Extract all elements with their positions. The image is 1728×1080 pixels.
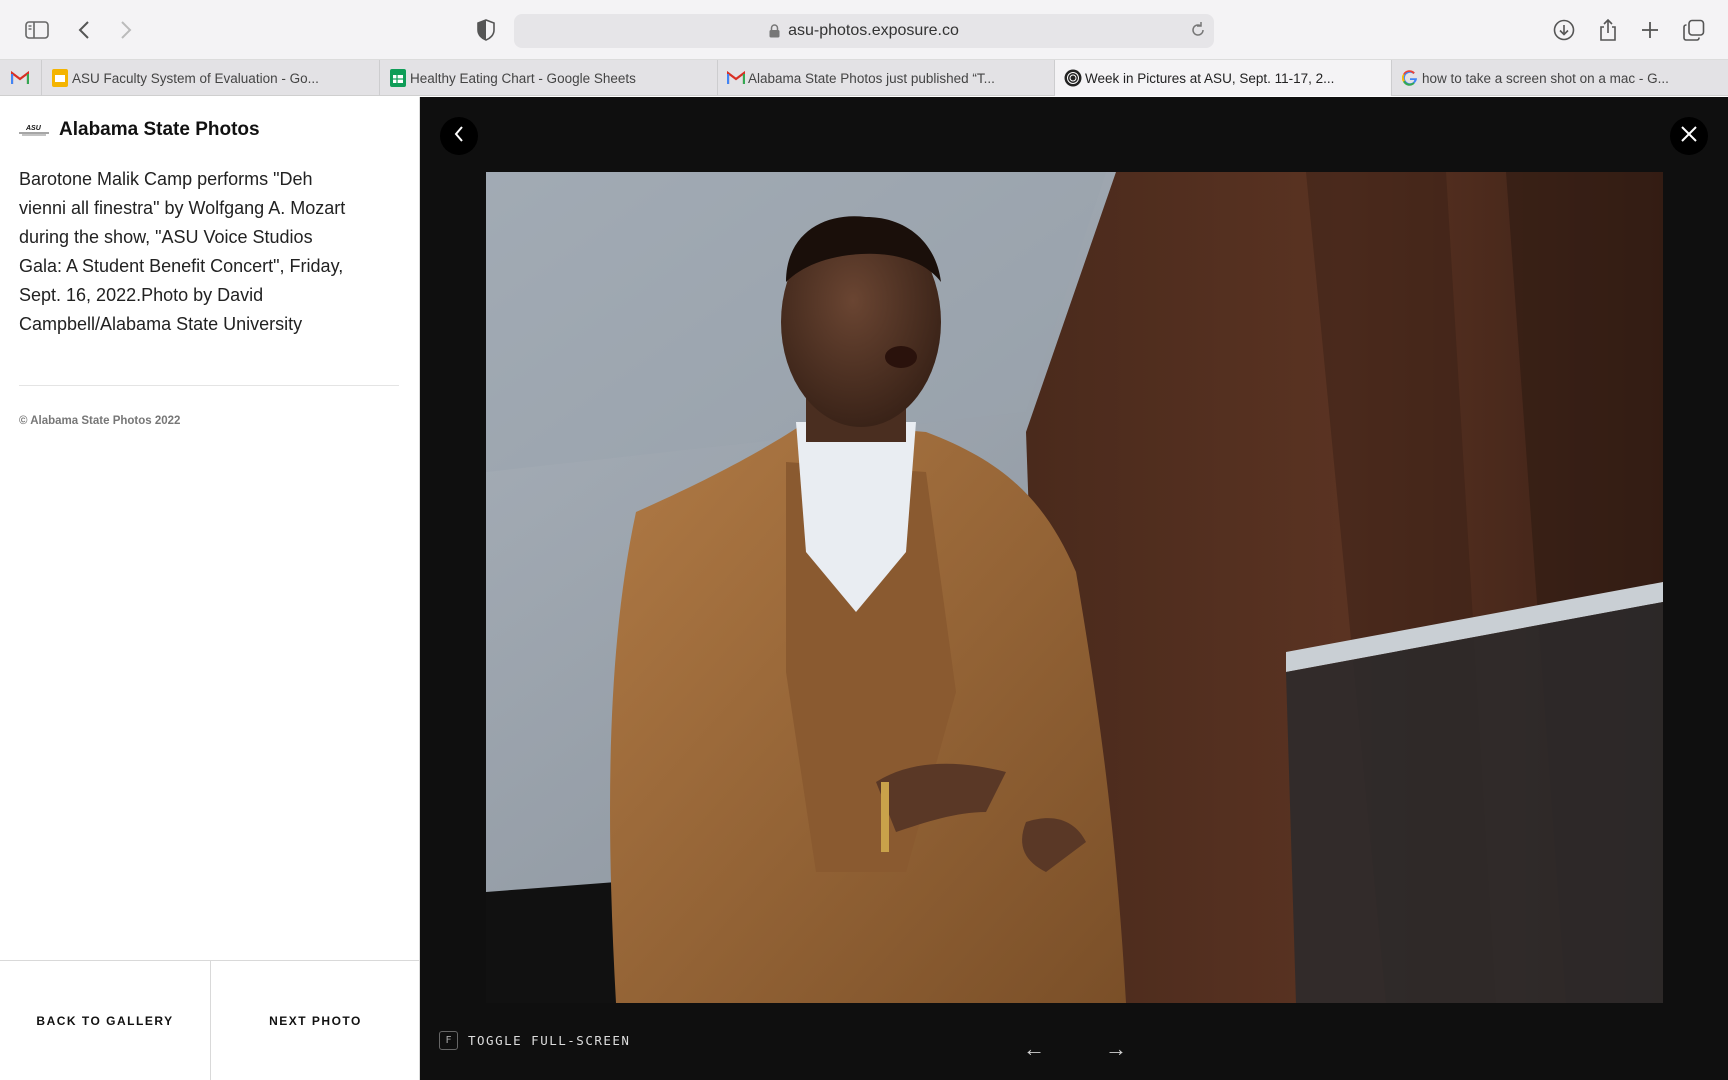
tab-title: how to take a screen shot on a mac - G..… bbox=[1422, 70, 1669, 86]
svg-text:ASU: ASU bbox=[25, 125, 42, 132]
lock-icon bbox=[769, 24, 780, 38]
new-tab-icon[interactable] bbox=[1636, 16, 1664, 44]
tab-title: Alabama State Photos just published “T..… bbox=[748, 70, 995, 86]
photo-viewer: F TOGGLE FULL-SCREEN ← → bbox=[420, 97, 1728, 1080]
arrow-left-icon[interactable]: ← bbox=[1023, 1036, 1045, 1062]
google-icon bbox=[1401, 69, 1419, 87]
close-icon bbox=[1680, 125, 1698, 148]
copyright-text: © Alabama State Photos 2022 bbox=[19, 415, 181, 427]
tab-title: ASU Faculty System of Evaluation - Go... bbox=[72, 70, 319, 86]
site-brand[interactable]: ASU Alabama State Photos bbox=[19, 119, 260, 141]
tab-bar: ASU Faculty System of Evaluation - Go...… bbox=[0, 60, 1728, 96]
photo-info-panel: ASU Alabama State Photos Barotone Malik … bbox=[0, 97, 420, 1080]
url-text: asu-photos.exposure.co bbox=[788, 22, 959, 39]
panel-bottom-nav: BACK TO GALLERY NEXT PHOTO bbox=[0, 960, 420, 1080]
privacy-shield-icon[interactable] bbox=[472, 16, 500, 44]
tab-overview-icon[interactable] bbox=[1680, 16, 1708, 44]
google-sheets-icon bbox=[389, 69, 407, 87]
google-slides-icon bbox=[51, 69, 69, 87]
tab-title: Week in Pictures at ASU, Sept. 11-17, 2.… bbox=[1085, 70, 1335, 86]
address-bar[interactable]: asu-photos.exposure.co bbox=[514, 14, 1214, 48]
reload-icon[interactable] bbox=[1188, 20, 1208, 45]
site-name: Alabama State Photos bbox=[59, 119, 260, 140]
back-to-gallery-button[interactable]: BACK TO GALLERY bbox=[0, 961, 210, 1080]
previous-photo-button[interactable] bbox=[440, 117, 478, 155]
tab-google-search[interactable]: how to take a screen shot on a mac - G..… bbox=[1392, 60, 1728, 96]
exposure-icon bbox=[1064, 69, 1082, 87]
close-viewer-button[interactable] bbox=[1670, 117, 1708, 155]
photo-caption: Barotone Malik Camp performs "Deh vienni… bbox=[19, 169, 346, 334]
browser-toolbar: asu-photos.exposure.co bbox=[0, 0, 1728, 60]
toggle-fullscreen-button[interactable]: F TOGGLE FULL-SCREEN bbox=[439, 1031, 630, 1050]
tab-gmail-alabama[interactable]: Alabama State Photos just published “T..… bbox=[718, 60, 1055, 96]
back-icon[interactable] bbox=[70, 16, 98, 44]
main-photo[interactable] bbox=[486, 172, 1663, 1003]
tab-healthy-eating[interactable]: Healthy Eating Chart - Google Sheets bbox=[380, 60, 718, 96]
asu-logo: ASU bbox=[19, 123, 49, 137]
gmail-icon bbox=[727, 69, 745, 87]
divider bbox=[19, 385, 399, 386]
forward-icon[interactable] bbox=[112, 16, 140, 44]
sidebar-toggle-icon[interactable] bbox=[23, 16, 51, 44]
tab-gmail-pinned[interactable] bbox=[0, 60, 42, 96]
toggle-fullscreen-label: TOGGLE FULL-SCREEN bbox=[468, 1033, 631, 1048]
downloads-icon[interactable] bbox=[1550, 16, 1578, 44]
tab-asu-faculty[interactable]: ASU Faculty System of Evaluation - Go... bbox=[42, 60, 380, 96]
tab-week-in-pictures[interactable]: Week in Pictures at ASU, Sept. 11-17, 2.… bbox=[1055, 60, 1392, 96]
share-icon[interactable] bbox=[1594, 16, 1622, 44]
keyboard-key-icon: F bbox=[439, 1031, 458, 1050]
next-photo-button[interactable]: NEXT PHOTO bbox=[210, 961, 420, 1080]
tab-title: Healthy Eating Chart - Google Sheets bbox=[410, 70, 636, 86]
arrow-right-icon[interactable]: → bbox=[1105, 1036, 1127, 1062]
gmail-icon bbox=[11, 69, 29, 87]
chevron-left-icon bbox=[453, 125, 465, 148]
